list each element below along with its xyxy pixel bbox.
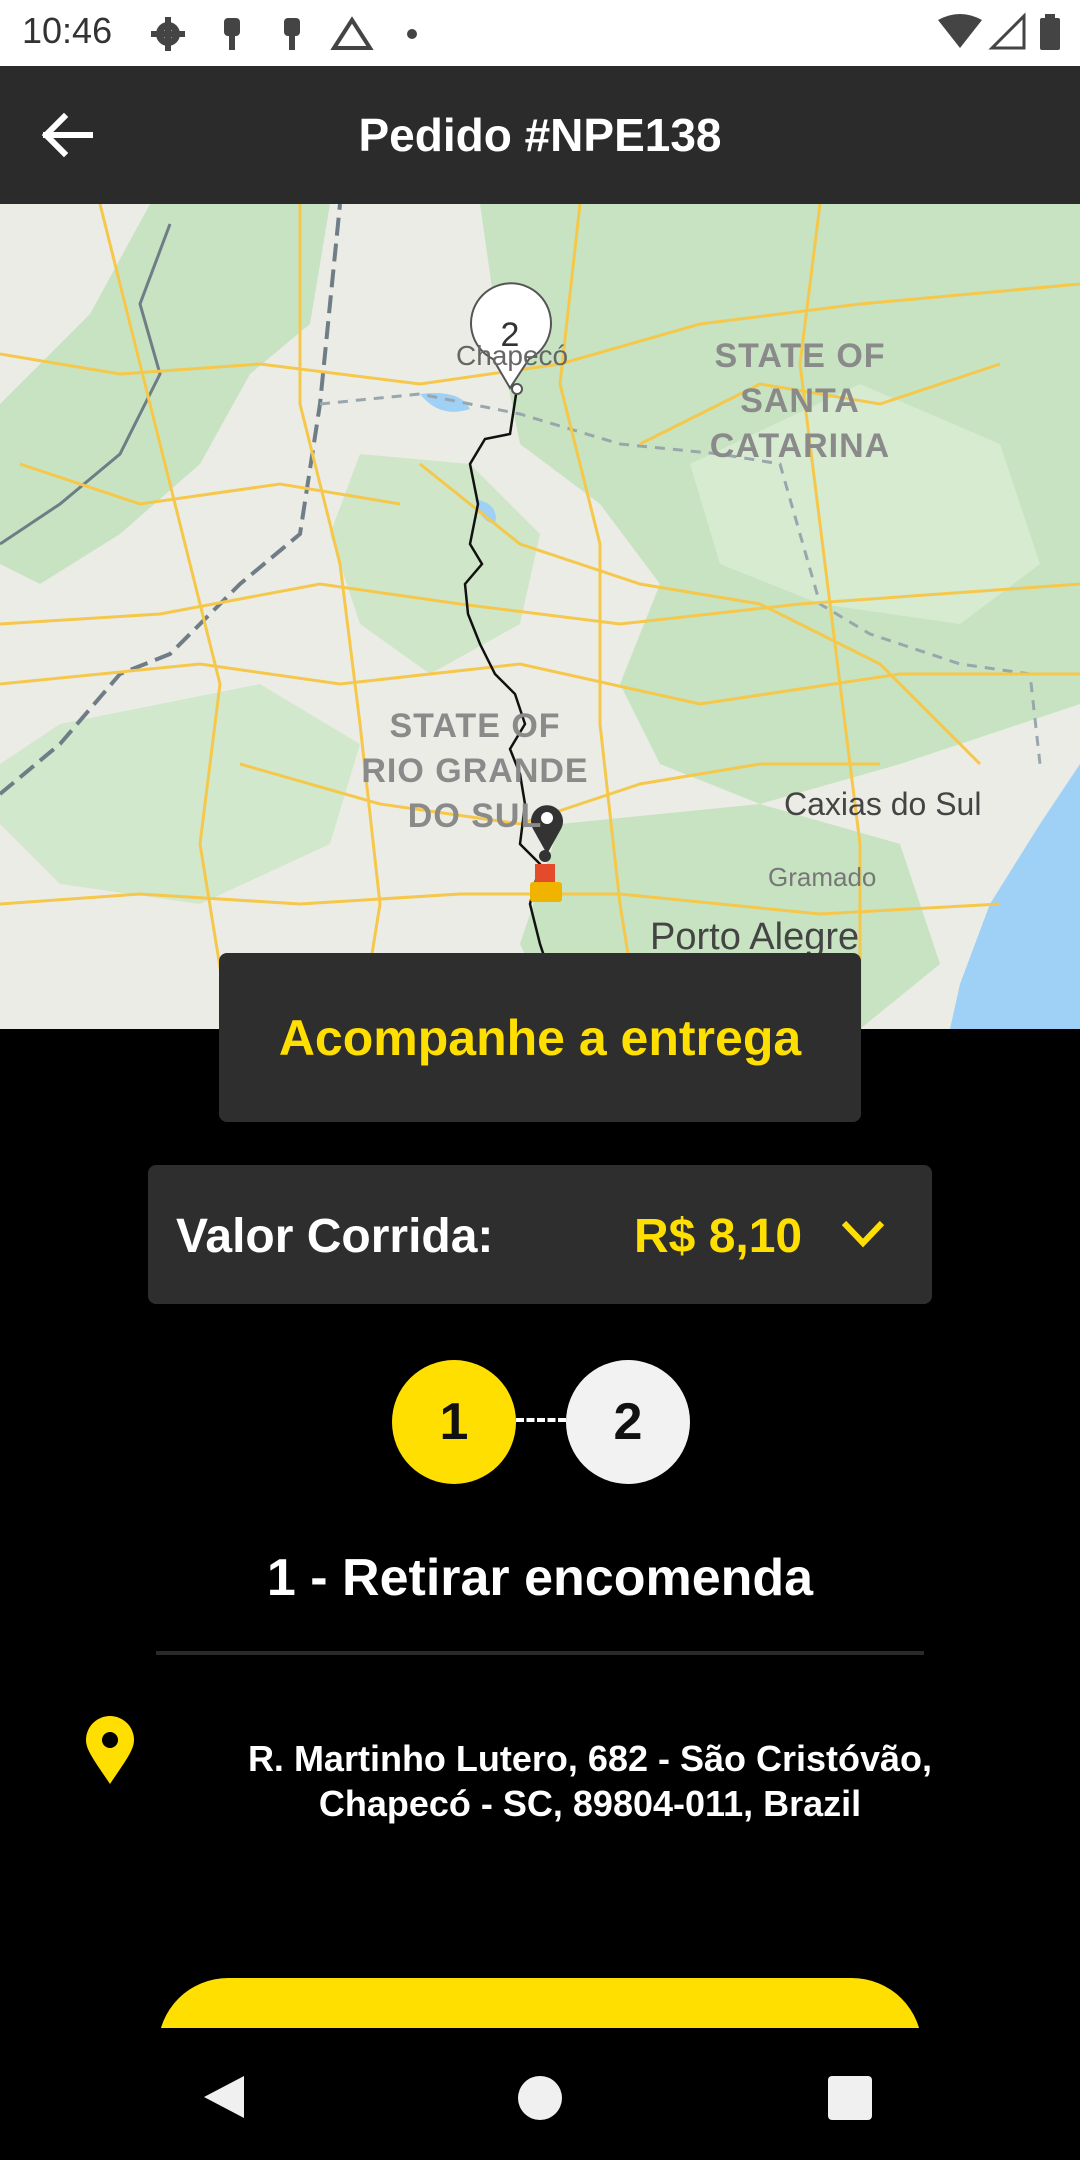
pickup-address: R. Martinho Lutero, 682 - São Cristóvão,… <box>200 1736 980 1826</box>
address-line-1: R. Martinho Lutero, 682 - São Cristóvão, <box>247 1738 933 1779</box>
step-title: 1 - Retirar encomenda <box>266 1549 814 1607</box>
map-canvas[interactable]: 2 <box>0 204 1080 1029</box>
step-1-indicator[interactable]: 1 <box>392 1360 516 1484</box>
dot-icon <box>407 29 417 39</box>
fare-value: R$ 8,10 <box>634 1210 803 1263</box>
step-connector <box>516 1418 566 1422</box>
drive-icon <box>330 16 374 50</box>
fare-label: Valor Corrida: <box>176 1210 494 1263</box>
status-icons-right <box>938 12 1060 50</box>
location-pin-icon <box>86 1716 134 1784</box>
status-icons-left <box>151 16 417 51</box>
battery-icon <box>1040 14 1060 50</box>
address-line-2: Chapecó - SC, 89804-011, Brazil <box>318 1783 862 1824</box>
fare-dropdown[interactable]: Valor Corrida: R$ 8,10 <box>148 1165 932 1304</box>
step-2-indicator[interactable]: 2 <box>566 1360 690 1484</box>
signal-icon <box>988 12 1026 50</box>
chevron-down-icon[interactable] <box>838 1213 888 1253</box>
page-title: Pedido #NPE138 <box>358 109 722 161</box>
map-label-caxias: Caxias do Sul <box>784 786 982 822</box>
map-label-chapeco: Chapecó <box>456 340 569 371</box>
map-label-gramado: Gramado <box>768 862 877 892</box>
map-label-santa-catarina: STATE OF SANTA CATARINA <box>709 337 891 465</box>
nav-back-icon[interactable] <box>200 2072 248 2122</box>
notification-icon <box>284 18 300 50</box>
gear-icon <box>151 17 185 51</box>
system-nav-bar <box>0 2028 1080 2160</box>
nav-recents-icon[interactable] <box>828 2076 872 2120</box>
app-bar: Pedido #NPE138 <box>0 66 1080 204</box>
status-time: 10:46 <box>22 10 113 51</box>
route-map[interactable]: 2 STATE OF SANTA CATARINA STATE OF RIO G… <box>0 204 1080 1029</box>
notification-icon <box>224 18 240 50</box>
map-label-rio-grande: STATE OF RIO GRANDE DO SUL <box>361 707 589 835</box>
status-bar: 10:46 <box>0 0 1080 66</box>
divider <box>156 1651 924 1655</box>
wifi-icon <box>938 14 982 48</box>
track-delivery-label: Acompanhe a entrega <box>278 1010 802 1066</box>
nav-home-icon[interactable] <box>518 2076 562 2120</box>
track-delivery-button[interactable]: Acompanhe a entrega <box>219 953 861 1122</box>
